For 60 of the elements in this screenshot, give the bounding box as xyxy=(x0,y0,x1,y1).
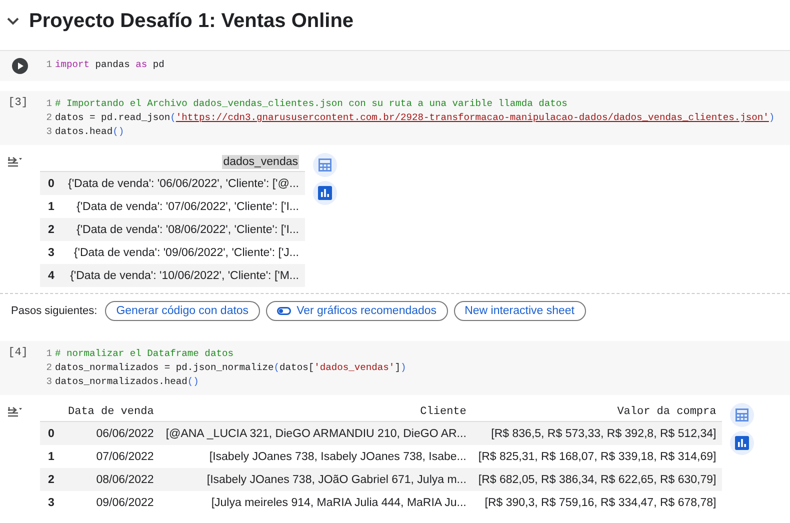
output-toggle-icon[interactable] xyxy=(7,156,23,168)
code-line: datos_normalizados.head() xyxy=(55,375,199,389)
table-icon[interactable] xyxy=(313,153,337,177)
table-cell: [Isabely JOanes 738, Isabely JOanes 738, Isabe... xyxy=(160,445,472,468)
line-number: 1 xyxy=(45,347,52,361)
line-number: 3 xyxy=(45,375,52,389)
row-index: 1 xyxy=(40,445,62,468)
row-index: 4 xyxy=(40,264,62,287)
table-cell: [R$ 682,05, R$ 386,34, R$ 622,65, R$ 630,79] xyxy=(472,468,722,491)
code-line: datos.head() xyxy=(55,125,124,139)
code-line: datos_normalizados = pd.json_normalize(datos['dados_vendas']) xyxy=(55,361,406,375)
table-cell: [R$ 390,3, R$ 759,16, R$ 334,47, R$ 678,78] xyxy=(472,491,722,514)
execution-count: [4] xyxy=(8,347,28,359)
output-toggle-icon[interactable] xyxy=(7,406,23,418)
table-cell: [@ANA _LUCIA 321, DieGO ARMANDIU 210, DieGO AR... xyxy=(160,422,472,445)
table-cell: 09/06/2022 xyxy=(62,491,160,514)
column-header: Cliente xyxy=(420,406,466,418)
suggestion-button[interactable]: Generar código con datos xyxy=(105,301,260,321)
table-cell: [R$ 836,5, R$ 573,33, R$ 392,8, R$ 512,34] xyxy=(472,422,722,445)
table-cell: 06/06/2022 xyxy=(62,422,160,445)
column-header: dados_vendas xyxy=(222,155,299,169)
section-title: Proyecto Desafío 1: Ventas Online xyxy=(29,10,354,32)
suggestion-button[interactable]: Ver gráficos recomendados xyxy=(266,301,448,321)
code-line: datos = pd.read_json('https://cdn3.gnarususercontent.com.br/2928-transformacao-manipulacao-dados/dados_vendas_clientes.json') xyxy=(55,111,775,125)
code-line: # normalizar el Dataframe datos xyxy=(55,347,234,361)
table-cell: {'Data de venda': '10/06/2022', 'Cliente': ['M... xyxy=(62,264,305,287)
toggle-icon xyxy=(276,307,291,315)
line-number: 2 xyxy=(45,111,52,125)
line-number: 2 xyxy=(45,361,52,375)
chevron-icon[interactable] xyxy=(7,17,19,25)
execution-count: [3] xyxy=(8,97,28,109)
line-number: 3 xyxy=(45,125,52,139)
column-header: Valor da compra xyxy=(617,406,716,418)
table-icon[interactable] xyxy=(730,403,754,427)
row-index: 1 xyxy=(40,195,62,218)
table-cell: [Isabely JOanes 738, JOãO Gabriel 671, Julya m... xyxy=(160,468,472,491)
line-number: 1 xyxy=(45,58,52,72)
table-cell: {'Data de venda': '06/06/2022', 'Cliente': ['@... xyxy=(62,172,305,195)
row-index: 2 xyxy=(40,218,62,241)
code-line: # Importando el Archivo dados_vendas_clientes.json con su ruta a una varible llamda datos xyxy=(55,97,568,111)
next-steps-label: Pasos siguientes: xyxy=(11,305,98,317)
row-index: 3 xyxy=(40,241,62,264)
run-button[interactable] xyxy=(12,58,28,74)
code-line: import pandas as pd xyxy=(55,58,164,72)
column-header: Data de venda xyxy=(68,406,154,418)
chart-icon[interactable] xyxy=(730,431,754,455)
row-index: 0 xyxy=(40,422,62,445)
table-cell: 08/06/2022 xyxy=(62,468,160,491)
table-cell: {'Data de venda': '08/06/2022', 'Cliente': ['I... xyxy=(62,218,305,241)
table-cell: [Julya meireles 914, MaRIA Julia 444, MaRIA Ju... xyxy=(160,491,472,514)
line-number: 1 xyxy=(45,97,52,111)
table-cell: {'Data de venda': '07/06/2022', 'Cliente': ['I... xyxy=(62,195,305,218)
row-index: 3 xyxy=(40,491,62,514)
chart-icon[interactable] xyxy=(313,181,337,205)
row-index: 0 xyxy=(40,172,62,195)
table-cell: 07/06/2022 xyxy=(62,445,160,468)
suggestion-button[interactable]: New interactive sheet xyxy=(454,301,586,321)
row-index: 2 xyxy=(40,468,62,491)
table-cell: [R$ 825,31, R$ 168,07, R$ 339,18, R$ 314,69] xyxy=(472,445,722,468)
table-cell: {'Data de venda': '09/06/2022', 'Cliente': ['J... xyxy=(62,241,305,264)
